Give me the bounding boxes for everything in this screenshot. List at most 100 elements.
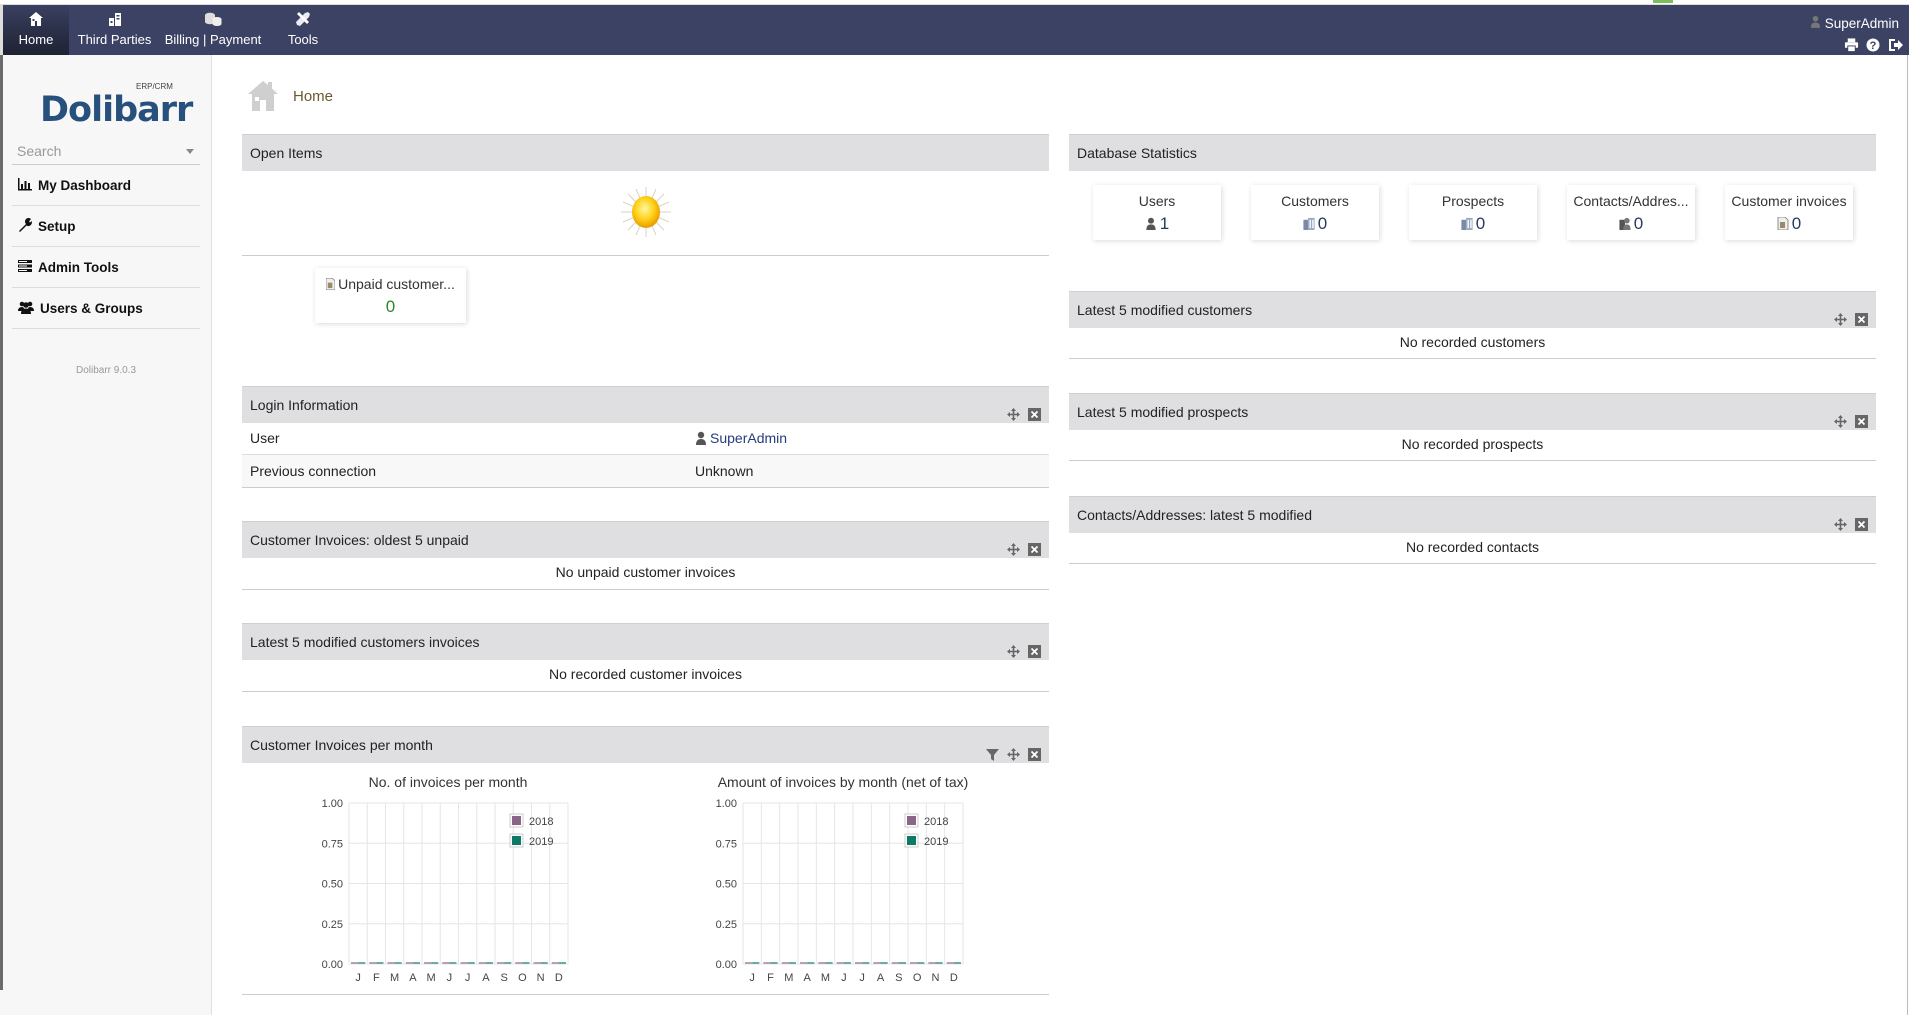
x-tick-label: D — [950, 972, 958, 984]
bar-2019-5 — [843, 962, 851, 964]
bar-2018-10 — [928, 962, 936, 964]
stat-label: Customers — [1281, 193, 1349, 209]
move-icon[interactable] — [1834, 405, 1847, 428]
x-tick-label: F — [767, 972, 774, 984]
x-tick-label: A — [409, 972, 417, 984]
stat-value: 0 — [1725, 214, 1853, 234]
stat-value: 1 — [1093, 214, 1221, 234]
legend-label: 2019 — [529, 836, 553, 848]
company-icon — [1461, 214, 1476, 233]
divider — [1069, 358, 1876, 359]
bar-2019-11 — [558, 962, 566, 964]
x-tick-label: D — [555, 972, 563, 984]
y-tick-label: 0.50 — [716, 879, 737, 891]
stat-value: 0 — [1251, 214, 1379, 234]
bar-2019-9 — [917, 962, 925, 964]
bar-2018-7 — [478, 962, 486, 964]
user-icon — [1145, 214, 1160, 233]
bar-2019-7 — [880, 962, 888, 964]
bar-2019-10 — [935, 962, 943, 964]
y-tick-label: 0.75 — [322, 838, 343, 850]
y-tick-label: 0.25 — [716, 919, 737, 931]
bar-2018-8 — [891, 962, 899, 964]
bar-2019-1 — [770, 962, 778, 964]
close-icon[interactable] — [1855, 405, 1868, 428]
bar-2018-4 — [424, 962, 432, 964]
bar-2019-0 — [752, 962, 760, 964]
stat-card-customers[interactable]: Customers 0 — [1251, 185, 1379, 240]
stat-card-prospects[interactable]: Prospects 0 — [1409, 185, 1537, 240]
bar-2018-6 — [855, 962, 863, 964]
database-statistics-header: Database Statistics — [1069, 134, 1876, 171]
bar-2019-6 — [862, 962, 870, 964]
bar-2018-0 — [745, 962, 753, 964]
bar-2018-11 — [946, 962, 954, 964]
contact-icon — [1619, 214, 1634, 233]
bar-2018-2 — [781, 962, 789, 964]
stat-label: Prospects — [1441, 193, 1505, 209]
empty-message: No recorded contacts — [1405, 539, 1540, 555]
x-tick-label: A — [803, 972, 811, 984]
stat-number: 1 — [1159, 214, 1170, 233]
x-tick-label: A — [877, 972, 885, 984]
x-tick-label: N — [932, 972, 940, 984]
stat-label: Customer invoices — [1731, 193, 1847, 209]
bar-2019-5 — [449, 962, 457, 964]
legend-swatch-2019 — [512, 836, 521, 845]
stat-value: 0 — [1409, 214, 1537, 234]
stat-card-users[interactable]: Users 1 — [1093, 185, 1221, 240]
latest-contacts-header: Contacts/Addresses: latest 5 modified — [1069, 496, 1876, 533]
close-icon[interactable] — [1855, 508, 1868, 531]
x-tick-label: M — [390, 972, 399, 984]
stat-value: 0 — [1567, 214, 1695, 234]
bar-2018-7 — [873, 962, 881, 964]
legend-swatch-2018 — [512, 816, 521, 825]
x-tick-label: J — [859, 972, 865, 984]
bar-2018-4 — [818, 962, 826, 964]
y-tick-label: 0.00 — [716, 959, 737, 971]
legend-swatch-2019 — [907, 836, 916, 845]
empty-message: No recorded prospects — [1401, 436, 1544, 452]
bar-2018-8 — [497, 962, 505, 964]
x-tick-label: J — [749, 972, 755, 984]
x-tick-label: S — [500, 972, 507, 984]
divider — [1069, 563, 1876, 564]
x-tick-label: M — [784, 972, 793, 984]
y-tick-label: 0.00 — [322, 959, 343, 971]
stat-number: 0 — [1475, 214, 1486, 233]
divider — [242, 994, 1049, 995]
move-icon[interactable] — [1834, 303, 1847, 326]
close-icon[interactable] — [1855, 303, 1868, 326]
bar-2019-3 — [807, 962, 815, 964]
bar-2018-1 — [763, 962, 771, 964]
stat-card-contacts-addres[interactable]: Contacts/Addres... 0 — [1567, 185, 1695, 240]
bar-2018-0 — [351, 962, 359, 964]
bar-2019-8 — [504, 962, 512, 964]
bar-2019-0 — [358, 962, 366, 964]
move-icon[interactable] — [1834, 508, 1847, 531]
bar-2019-7 — [485, 962, 493, 964]
bar-2018-11 — [551, 962, 559, 964]
bar-2018-3 — [800, 962, 808, 964]
bar-2018-9 — [515, 962, 523, 964]
x-tick-label: J — [465, 972, 471, 984]
bar-2018-5 — [836, 962, 844, 964]
latest-prospects-header: Latest 5 modified prospects — [1069, 393, 1876, 430]
bar-2019-6 — [467, 962, 475, 964]
bar-2019-9 — [522, 962, 530, 964]
x-tick-label: S — [895, 972, 902, 984]
bar-2019-2 — [788, 962, 796, 964]
panel-title: Latest 5 modified customers — [1077, 302, 1253, 318]
company-icon — [1303, 214, 1318, 233]
stat-card-customer-invoices[interactable]: Customer invoices 0 — [1725, 185, 1853, 240]
panel-title: Latest 5 modified prospects — [1077, 404, 1249, 420]
scrollbar-edge — [1907, 55, 1908, 1015]
stat-number: 0 — [1317, 214, 1328, 233]
legend-label: 2019 — [924, 836, 948, 848]
y-tick-label: 0.75 — [716, 838, 737, 850]
bar-2019-4 — [431, 962, 439, 964]
empty-message: No recorded customers — [1399, 334, 1546, 350]
bar-2018-5 — [442, 962, 450, 964]
stat-number: 0 — [1633, 214, 1644, 233]
x-tick-label: J — [355, 972, 361, 984]
